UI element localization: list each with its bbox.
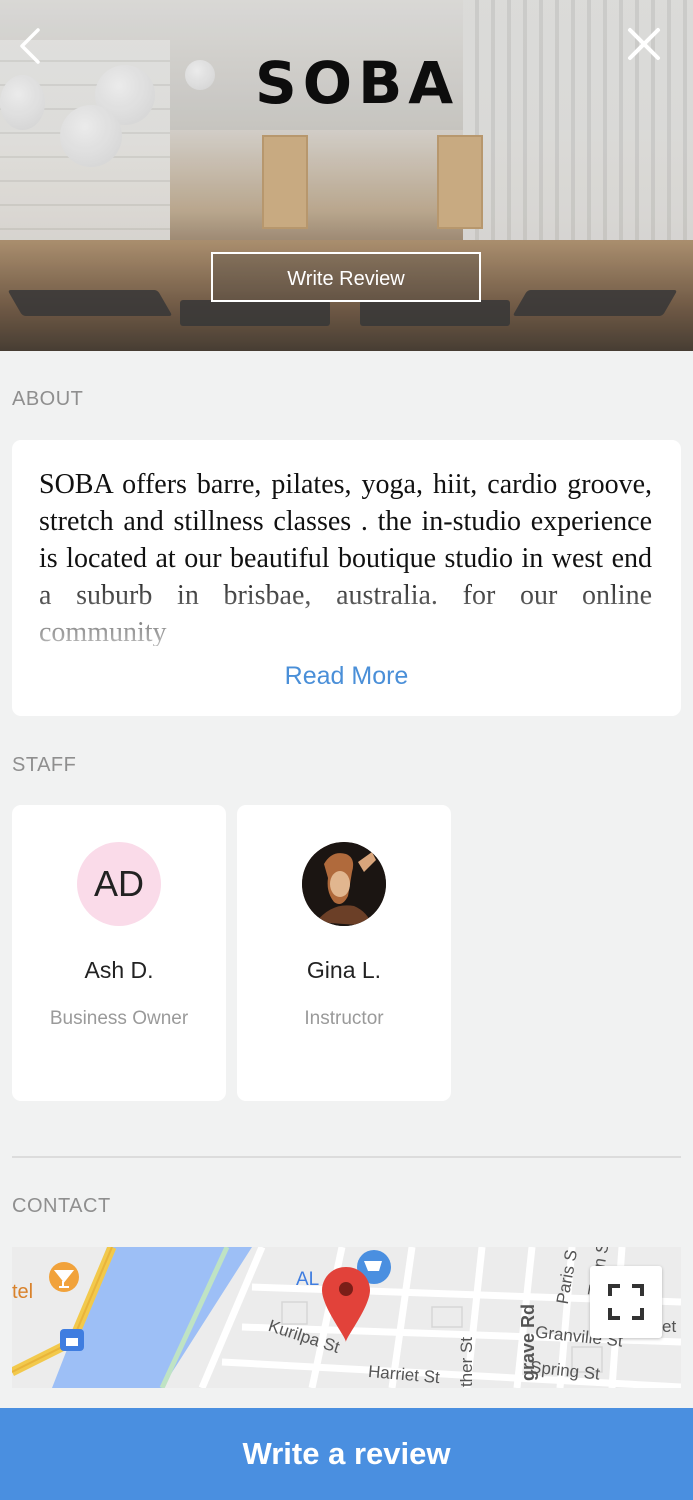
map-label-other: ther St	[457, 1336, 477, 1388]
map-label-hotel: tel	[12, 1281, 34, 1303]
hero-banner: SOBA Write Review	[0, 0, 693, 351]
read-more-link[interactable]: Read More	[12, 662, 681, 691]
about-section-label: ABOUT	[12, 388, 84, 410]
avatar: AD	[77, 842, 161, 926]
brand-logo: SOBA	[255, 49, 460, 117]
staff-card[interactable]: AD Ash D. Business Owner	[12, 805, 226, 1101]
staff-role: Instructor	[304, 1008, 384, 1029]
section-divider	[12, 1156, 681, 1158]
close-icon[interactable]	[624, 24, 664, 64]
write-review-button[interactable]: Write Review	[211, 252, 481, 302]
location-map[interactable]: tel AL Kurilpa St Harriet St ther St gra…	[12, 1247, 681, 1388]
staff-section-label: STAFF	[12, 754, 77, 776]
fullscreen-icon[interactable]	[590, 1266, 662, 1338]
staff-name: Ash D.	[84, 957, 154, 983]
map-label-et: et	[662, 1317, 677, 1336]
write-a-review-button[interactable]: Write a review	[0, 1408, 693, 1500]
chevron-left-icon[interactable]	[14, 26, 50, 66]
staff-card[interactable]: Gina L. Instructor	[237, 805, 451, 1101]
about-card: SOBA offers barre, pilates, yoga, hiit, …	[12, 440, 681, 716]
staff-role: Business Owner	[49, 1008, 189, 1029]
map-label-aldi: AL	[296, 1269, 320, 1290]
staff-name: Gina L.	[306, 957, 382, 983]
avatar	[302, 842, 386, 926]
contact-section-label: CONTACT	[12, 1195, 111, 1217]
about-fade-overlay	[39, 570, 652, 650]
